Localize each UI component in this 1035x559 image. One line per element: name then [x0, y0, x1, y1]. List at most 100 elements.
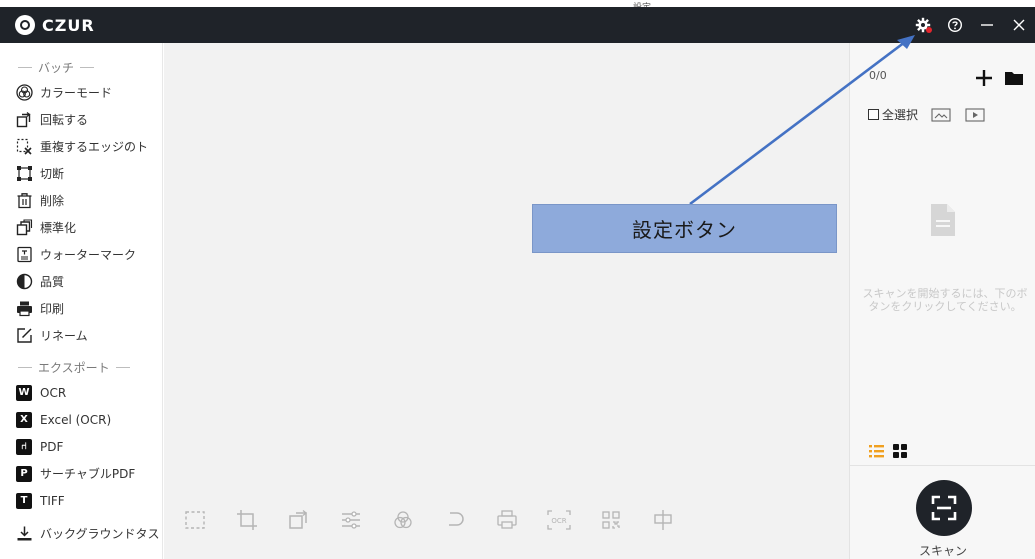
print-icon [497, 510, 517, 529]
undo-tool[interactable] [439, 504, 471, 536]
sidebar-item-label: リネーム [40, 329, 88, 343]
main-canvas[interactable]: OCR [164, 43, 849, 559]
sidebar-item-print[interactable]: 印刷 [0, 295, 162, 322]
ocr-tool[interactable]: OCR [543, 504, 575, 536]
overlap-edge-icon [15, 138, 33, 156]
pdf-icon: ⑁ [15, 438, 33, 456]
list-icon [868, 445, 884, 458]
sidebar-item-label: 印刷 [40, 302, 65, 316]
watermark-icon [15, 246, 33, 264]
batch-section-header: バッチ [0, 55, 162, 79]
tiff-icon: T [15, 492, 33, 510]
background-task-button[interactable]: バックグラウンドタス [0, 520, 162, 547]
ocr-tool-text: OCR [551, 517, 566, 525]
grid-icon [893, 444, 907, 458]
settings-button[interactable] [907, 7, 939, 43]
crop-select-icon [185, 511, 205, 529]
add-button[interactable] [969, 65, 999, 91]
printer-icon [15, 300, 33, 318]
export-header-label: エクスポート [38, 360, 110, 375]
empty-document-icon [930, 203, 956, 241]
grid-view-button[interactable] [892, 443, 908, 459]
qr-code-icon [602, 511, 620, 529]
sidebar-item-export-searchable-pdf[interactable]: P サーチャブルPDF [0, 460, 162, 487]
close-icon [1013, 19, 1025, 31]
open-folder-button[interactable] [999, 65, 1029, 91]
searchable-pdf-icon: P [15, 465, 33, 483]
sidebar-item-label: カラーモード [40, 86, 113, 100]
plus-icon [976, 70, 992, 86]
split-icon [654, 510, 672, 530]
sidebar-item-label: 重複するエッジのト [40, 140, 149, 154]
scan-area: スキャン [850, 465, 1035, 559]
sidebar-item-standardize[interactable]: 標準化 [0, 214, 162, 241]
sidebar-item-overlap-edge[interactable]: 重複するエッジのト [0, 133, 162, 160]
color-mode-icon [15, 84, 33, 102]
sidebar-item-export-pdf[interactable]: ⑁ PDF [0, 433, 162, 460]
print-tool[interactable] [491, 504, 523, 536]
badge-letter: T [16, 492, 32, 509]
minimize-button[interactable] [971, 7, 1003, 43]
export-section-header: エクスポート [0, 355, 162, 379]
badge-letter: X [16, 411, 32, 428]
sidebar-item-label: サーチャブルPDF [40, 467, 136, 481]
sidebar-item-label: 品質 [40, 275, 65, 289]
sidebar-item-quality[interactable]: 品質 [0, 268, 162, 295]
list-view-button[interactable] [868, 443, 884, 459]
badge-letter: P [16, 465, 32, 482]
folder-icon [1005, 72, 1023, 85]
scan-icon [931, 495, 957, 521]
select-all-label: 全選択 [882, 108, 919, 122]
select-all-checkbox[interactable] [868, 109, 879, 120]
sidebar-item-rename[interactable]: リネーム [0, 322, 162, 349]
qr-code-tool[interactable] [595, 504, 627, 536]
sidebar-item-cut[interactable]: 切断 [0, 160, 162, 187]
sidebar-item-rotate[interactable]: 回転する [0, 106, 162, 133]
close-button[interactable] [1003, 7, 1035, 43]
rotate-crop-icon [289, 510, 308, 529]
sidebar-item-label: 削除 [40, 194, 65, 208]
crop-tool[interactable] [231, 504, 263, 536]
minus-icon [981, 24, 993, 26]
crop-select-tool[interactable] [179, 504, 211, 536]
sidebar-item-export-excel[interactable]: X Excel (OCR) [0, 406, 162, 433]
badge-letter: ⑁ [16, 438, 32, 455]
background-task-label: バックグラウンドタス [40, 527, 160, 541]
quality-icon [15, 273, 33, 291]
split-tool[interactable] [647, 504, 679, 536]
notification-dot [926, 27, 932, 33]
edit-toolbar: OCR [164, 481, 849, 559]
cut-icon [15, 165, 33, 183]
slideshow-button[interactable] [964, 107, 986, 123]
rotate-crop-tool[interactable] [283, 504, 315, 536]
sidebar-item-delete[interactable]: 削除 [0, 187, 162, 214]
sidebar-item-label: 切断 [40, 167, 65, 181]
image-view-button[interactable] [930, 107, 952, 123]
help-button[interactable] [939, 7, 971, 43]
color-icon [394, 511, 412, 529]
sidebar-item-label: ウォーターマーク [40, 248, 137, 262]
sidebar-item-color-mode[interactable]: カラーモード [0, 79, 162, 106]
badge-letter: W [16, 384, 32, 401]
sidebar-item-export-tiff[interactable]: T TIFF [0, 487, 162, 514]
excel-icon: X [15, 411, 33, 429]
adjust-icon [342, 511, 360, 529]
download-icon [15, 525, 33, 543]
sidebar-item-export-ocr[interactable]: W OCR [0, 379, 162, 406]
adjust-tool[interactable] [335, 504, 367, 536]
sidebar-item-label: PDF [40, 439, 64, 454]
title-bar: CZUR [0, 7, 1035, 43]
undo-icon [449, 512, 464, 526]
top-strip-text: 設定 [633, 0, 708, 7]
image-icon [931, 107, 951, 122]
rename-icon [15, 327, 33, 345]
app-logo: CZUR [15, 15, 95, 35]
standardize-icon [15, 219, 33, 237]
sidebar-item-label: TIFF [40, 493, 65, 508]
sidebar-item-watermark[interactable]: ウォーターマーク [0, 241, 162, 268]
color-tool[interactable] [387, 504, 419, 536]
word-icon: W [15, 384, 33, 402]
scan-button[interactable] [916, 480, 972, 536]
logo-text: CZUR [42, 15, 95, 35]
question-circle-icon [947, 17, 963, 33]
